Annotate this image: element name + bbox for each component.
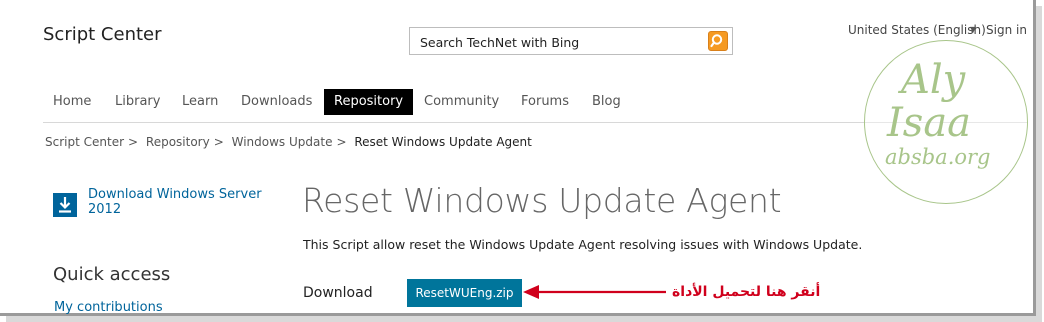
watermark-line2: Isaa	[887, 100, 972, 146]
nav-item-community[interactable]: Community	[414, 89, 509, 115]
download-arrow-icon	[59, 197, 71, 213]
breadcrumb-separator: >	[128, 135, 139, 149]
download-windows-server-link[interactable]: Download Windows Server 2012	[88, 187, 273, 217]
breadcrumb: Script Center > Repository > Windows Updat…	[45, 135, 536, 149]
watermark-line3: absba.org	[885, 145, 991, 169]
download-label: Download	[303, 285, 373, 301]
page-description: This Script allow reset the Windows Upda…	[303, 237, 863, 252]
watermark-stamp: Aly Isaa absba.org	[864, 40, 1028, 204]
download-icon[interactable]	[53, 193, 77, 217]
my-contributions-link[interactable]: My contributions	[54, 300, 163, 315]
annotation-arrow-icon	[523, 285, 666, 299]
nav-item-repository[interactable]: Repository	[324, 89, 414, 115]
breadcrumb-separator: >	[213, 135, 224, 149]
nav-item-blog[interactable]: Blog	[582, 89, 631, 115]
window-shadow-bottom	[6, 316, 1042, 322]
breadcrumb-repository[interactable]: Repository	[146, 135, 210, 149]
chevron-down-icon[interactable]: ▼	[970, 25, 976, 34]
search-button[interactable]	[708, 31, 728, 51]
search-icon	[710, 34, 723, 48]
browser-window: Script Center Search TechNet with Bing U…	[0, 0, 1036, 316]
quick-access-heading: Quick access	[53, 264, 171, 285]
breadcrumb-current: Reset Windows Update Agent	[354, 135, 532, 149]
nav-item-home[interactable]: Home	[43, 89, 101, 115]
site-brand[interactable]: Script Center	[43, 24, 162, 45]
breadcrumb-windows-update[interactable]: Windows Update	[232, 135, 333, 149]
search-input[interactable]: Search TechNet with Bing	[420, 35, 579, 50]
nav-item-forums[interactable]: Forums	[511, 89, 579, 115]
search-box[interactable]: Search TechNet with Bing	[409, 27, 733, 55]
locale-selector[interactable]: United States (English)	[848, 23, 986, 37]
window-shadow-right	[1036, 6, 1042, 318]
download-file-button[interactable]: ResetWUEng.zip	[407, 279, 522, 307]
nav-item-downloads[interactable]: Downloads	[231, 89, 322, 115]
watermark-line1: Aly	[901, 57, 966, 103]
annotation-text: أنقر هنا لتحميل الأداة	[672, 284, 821, 300]
breadcrumb-separator: >	[336, 135, 347, 149]
nav-item-library[interactable]: Library	[105, 89, 170, 115]
nav-item-learn[interactable]: Learn	[172, 89, 228, 115]
page-title: Reset Windows Update Agent	[302, 181, 782, 220]
breadcrumb-script-center[interactable]: Script Center	[45, 135, 124, 149]
signin-link[interactable]: Sign in	[986, 23, 1027, 37]
